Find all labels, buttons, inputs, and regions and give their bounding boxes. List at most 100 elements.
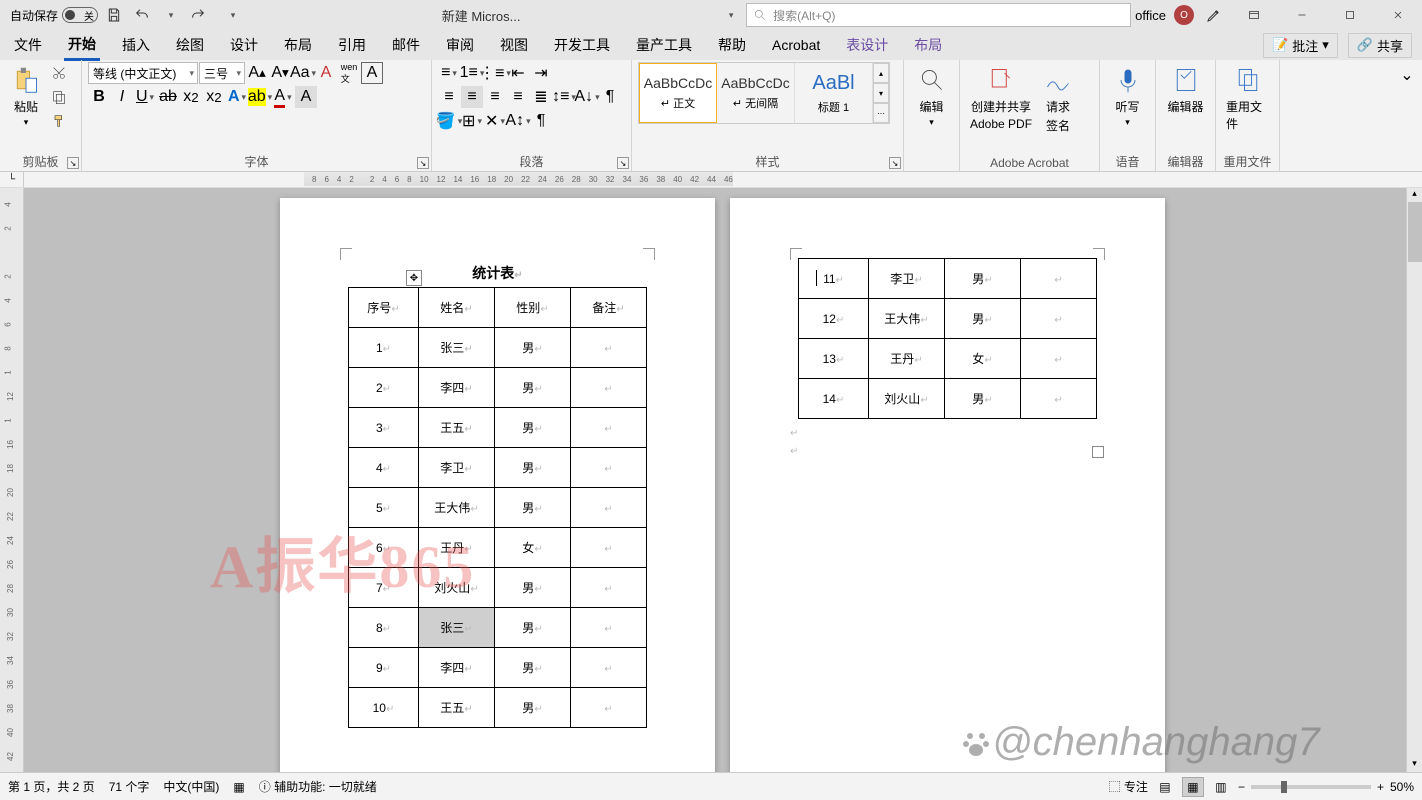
borders-icon[interactable]: ⊞ <box>461 110 483 132</box>
tab-insert[interactable]: 插入 <box>118 31 154 59</box>
page-indicator[interactable]: 第 1 页，共 2 页 <box>8 778 95 795</box>
tab-draw[interactable]: 绘图 <box>172 31 208 59</box>
table-cell[interactable]: 刘火山↵ <box>869 379 945 419</box>
save-icon[interactable] <box>102 3 126 27</box>
table-cell[interactable]: ↵ <box>571 328 647 368</box>
table-cell[interactable]: 李卫↵ <box>869 259 945 299</box>
table-cell[interactable]: 男↵ <box>495 368 571 408</box>
table-cell[interactable]: 男↵ <box>495 688 571 728</box>
text-effects-icon[interactable]: A <box>226 86 248 108</box>
scroll-down-icon[interactable]: ▾ <box>1407 758 1422 772</box>
table-row[interactable]: 9↵李四↵男↵↵ <box>349 648 647 688</box>
read-mode-icon[interactable]: ▤ <box>1154 777 1176 797</box>
table-cell[interactable]: 张三↵ <box>419 608 495 648</box>
vertical-ruler[interactable]: 42246811211618202224262830323436384042 <box>0 188 24 772</box>
table-row[interactable]: 14↵刘火山↵男↵↵ <box>799 379 1097 419</box>
style-nospacing[interactable]: AaBbCcDc↵ 无间隔 <box>717 63 795 123</box>
bullets-icon[interactable]: ≡ <box>438 62 460 84</box>
asian-layout-icon[interactable]: ✕ <box>484 110 506 132</box>
tab-file[interactable]: 文件 <box>10 31 46 59</box>
undo-dropdown[interactable] <box>158 3 182 27</box>
autosave-toggle[interactable]: 自动保存 关 <box>10 7 98 24</box>
align-center-icon[interactable]: ≡ <box>461 86 483 108</box>
tab-layout[interactable]: 布局 <box>280 31 316 59</box>
table-cell[interactable]: 男↵ <box>495 608 571 648</box>
bold-icon[interactable]: B <box>88 86 110 108</box>
clear-format-icon[interactable]: A <box>315 62 337 84</box>
tab-masstools[interactable]: 量产工具 <box>632 31 696 59</box>
reuse-files-button[interactable]: 重用文件 <box>1222 62 1273 134</box>
table-cell[interactable]: 10↵ <box>349 688 419 728</box>
table-cell[interactable]: ↵ <box>571 368 647 408</box>
table-row[interactable]: 10↵王五↵男↵↵ <box>349 688 647 728</box>
table-cell[interactable]: 女↵ <box>945 339 1021 379</box>
shading-icon[interactable]: 🪣 <box>438 110 460 132</box>
minimize-icon[interactable] <box>1282 1 1322 29</box>
char-shading-icon[interactable]: A <box>295 86 317 108</box>
redo-icon[interactable] <box>186 3 210 27</box>
table-cell[interactable]: ↵ <box>1021 339 1097 379</box>
editing-button[interactable]: 编辑▾ <box>910 62 953 130</box>
tab-view[interactable]: 视图 <box>496 31 532 59</box>
superscript-icon[interactable]: x2 <box>203 86 225 108</box>
cut-icon[interactable] <box>48 62 70 84</box>
ribbon-display-icon[interactable] <box>1234 1 1274 29</box>
table-cell[interactable]: 11↵ <box>799 259 869 299</box>
change-case-icon[interactable]: Aa <box>292 62 314 84</box>
format-painter-icon[interactable] <box>48 110 70 132</box>
table-cell[interactable]: 9↵ <box>349 648 419 688</box>
align-justify-icon[interactable]: ≡ <box>507 86 529 108</box>
table-cell[interactable]: ↵ <box>571 528 647 568</box>
user-name[interactable]: office <box>1135 8 1166 23</box>
font-name-combo[interactable]: 等线 (中文正文) <box>88 62 198 84</box>
font-launcher-icon[interactable]: ↘ <box>417 157 429 169</box>
web-layout-icon[interactable]: ▥ <box>1210 777 1232 797</box>
tab-table-design[interactable]: 表设计 <box>842 31 892 59</box>
table-page2[interactable]: 11↵李卫↵男↵↵12↵王大伟↵男↵↵13↵王丹↵女↵↵14↵刘火山↵男↵↵ <box>798 258 1097 419</box>
strike-icon[interactable]: ab <box>157 86 179 108</box>
table-row[interactable]: 1↵张三↵男↵↵ <box>349 328 647 368</box>
zoom-out-button[interactable]: − <box>1238 780 1245 794</box>
avatar[interactable]: O <box>1174 5 1194 25</box>
table-cell[interactable]: ↵ <box>571 408 647 448</box>
tab-mailings[interactable]: 邮件 <box>388 31 424 59</box>
table-cell[interactable]: ↵ <box>1021 259 1097 299</box>
table-cell[interactable]: 李卫↵ <box>419 448 495 488</box>
dictate-button[interactable]: 听写▾ <box>1106 62 1149 130</box>
table-cell[interactable]: 14↵ <box>799 379 869 419</box>
word-count[interactable]: 71 个字 <box>109 778 150 795</box>
table-cell[interactable]: 李四↵ <box>419 648 495 688</box>
table-row[interactable]: 11↵李卫↵男↵↵ <box>799 259 1097 299</box>
table-cell[interactable]: 序号↵ <box>349 288 419 328</box>
table-row[interactable]: 4↵李卫↵男↵↵ <box>349 448 647 488</box>
italic-icon[interactable]: I <box>111 86 133 108</box>
style-normal[interactable]: AaBbCcDc↵ 正文 <box>639 63 717 123</box>
table-cell[interactable]: 男↵ <box>495 328 571 368</box>
phonetic-icon[interactable]: wen文 <box>338 62 360 84</box>
sort-icon[interactable]: A↓ <box>576 86 598 108</box>
table-cell[interactable]: ↵ <box>1021 379 1097 419</box>
table-cell[interactable]: 男↵ <box>495 448 571 488</box>
table-cell[interactable]: 王大伟↵ <box>869 299 945 339</box>
table-cell[interactable]: 男↵ <box>945 259 1021 299</box>
styles-more-icon[interactable]: ⋯ <box>873 103 889 123</box>
language-indicator[interactable]: 中文(中国) <box>163 778 219 795</box>
tab-references[interactable]: 引用 <box>334 31 370 59</box>
title-dropdown[interactable] <box>718 3 742 27</box>
table-cell[interactable]: 姓名↵ <box>419 288 495 328</box>
table-cell[interactable]: 李四↵ <box>419 368 495 408</box>
indent-inc-icon[interactable]: ⇥ <box>530 62 552 84</box>
tab-selector[interactable]: └ <box>0 172 24 187</box>
table-cell[interactable]: 张三↵ <box>419 328 495 368</box>
maximize-icon[interactable] <box>1330 1 1370 29</box>
table-cell[interactable]: 男↵ <box>945 299 1021 339</box>
comments-button[interactable]: 📝批注▾ <box>1263 33 1338 58</box>
table-cell[interactable]: 1↵ <box>349 328 419 368</box>
table-page1[interactable]: 序号↵姓名↵性别↵备注↵1↵张三↵男↵↵2↵李四↵男↵↵3↵王五↵男↵↵4↵李卫… <box>348 287 647 728</box>
indent-dec-icon[interactable]: ⇤ <box>507 62 529 84</box>
table-cell[interactable]: 2↵ <box>349 368 419 408</box>
style-heading1[interactable]: AaBl标题 1 <box>795 63 873 123</box>
subscript-icon[interactable]: x2 <box>180 86 202 108</box>
qat-customize-dropdown[interactable] <box>220 3 244 27</box>
macro-indicator[interactable]: ▦ <box>233 780 244 794</box>
